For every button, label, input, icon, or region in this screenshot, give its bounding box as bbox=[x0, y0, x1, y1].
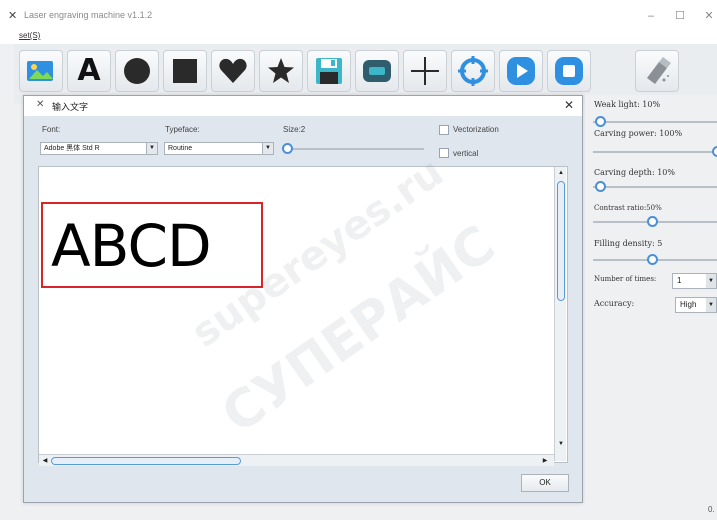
positioning-button[interactable] bbox=[451, 50, 495, 92]
ok-button[interactable]: OK bbox=[521, 474, 569, 492]
carving-power-slider-thumb[interactable] bbox=[712, 146, 717, 157]
save-icon bbox=[316, 58, 342, 84]
size-label: Size:2 bbox=[283, 125, 306, 134]
carving-depth-slider-track[interactable] bbox=[593, 186, 717, 188]
scroll-down-icon[interactable]: ▼ bbox=[556, 439, 566, 449]
vertical-label: vertical bbox=[453, 149, 479, 158]
chevron-down-icon: ▼ bbox=[706, 298, 716, 312]
minimize-button[interactable]: – bbox=[639, 8, 663, 24]
weak-light-label: Weak light: 10% bbox=[594, 100, 661, 109]
number-of-times-select[interactable]: 1 ▼ bbox=[672, 273, 717, 289]
window-title: Laser engraving machine v1.1.2 bbox=[24, 10, 153, 20]
typeface-select[interactable]: Routine ▼ bbox=[164, 142, 274, 155]
image-icon bbox=[27, 61, 53, 81]
target-icon bbox=[458, 56, 488, 86]
circle-icon bbox=[124, 58, 150, 84]
close-button[interactable]: ✕ bbox=[697, 8, 717, 24]
carving-power-label: Carving power: 100% bbox=[594, 129, 683, 138]
menu-set[interactable]: set(S) bbox=[19, 31, 40, 40]
dialog-titlebar: ✕ 输入文字 ✕ bbox=[24, 96, 582, 116]
typeface-label: Typeface: bbox=[165, 125, 200, 134]
horizontal-scrollbar[interactable]: ◀ ▶ bbox=[39, 454, 554, 466]
square-icon bbox=[173, 59, 197, 83]
crosshair-icon bbox=[411, 57, 439, 85]
contrast-ratio-label: Contrast ratio:50% bbox=[594, 204, 662, 212]
maximize-button[interactable]: ☐ bbox=[668, 8, 692, 24]
accuracy-label: Accuracy: bbox=[594, 299, 635, 308]
preview-text: ABCD bbox=[51, 212, 212, 280]
carving-power-slider-track[interactable] bbox=[593, 151, 717, 153]
erase-button[interactable] bbox=[635, 50, 679, 92]
vertical-checkbox[interactable] bbox=[439, 148, 449, 158]
chevron-down-icon: ▼ bbox=[146, 143, 157, 154]
number-of-times-label: Number of times: bbox=[594, 275, 657, 283]
accuracy-select[interactable]: High ▼ bbox=[675, 297, 717, 313]
dialog-close-button[interactable]: ✕ bbox=[564, 98, 574, 112]
insert-square-button[interactable] bbox=[163, 50, 207, 92]
weak-light-slider-track[interactable] bbox=[593, 121, 717, 123]
settings-panel: Weak light: 10% Carving power: 100% Carv… bbox=[585, 95, 717, 520]
scroll-left-icon[interactable]: ◀ bbox=[40, 456, 50, 466]
laser-engraving-app: ✕ Laser engraving machine v1.1.2 – ☐ ✕ s… bbox=[0, 0, 717, 520]
typeface-select-value: Routine bbox=[168, 145, 193, 152]
insert-image-button[interactable] bbox=[19, 50, 63, 92]
chevron-down-icon: ▼ bbox=[262, 143, 273, 154]
size-slider-track[interactable] bbox=[282, 148, 424, 150]
insert-star-button[interactable] bbox=[259, 50, 303, 92]
text-input-dialog: ✕ 输入文字 ✕ Font: Adobe 黑体 Std R ▼ Typeface… bbox=[23, 95, 583, 503]
status-value: 0. bbox=[708, 505, 715, 514]
text-icon: A bbox=[77, 53, 101, 88]
number-of-times-value: 1 bbox=[677, 276, 682, 285]
preview-selection-box[interactable]: ABCD bbox=[41, 202, 263, 288]
filling-density-slider-thumb[interactable] bbox=[647, 254, 658, 265]
vectorization-checkbox[interactable] bbox=[439, 125, 449, 135]
play-icon bbox=[507, 57, 535, 85]
save-button[interactable] bbox=[307, 50, 351, 92]
vertical-scrollbar[interactable]: ▲ ▼ bbox=[554, 167, 566, 461]
start-button[interactable] bbox=[499, 50, 543, 92]
stop-icon bbox=[555, 57, 583, 85]
font-select-value: Adobe 黑体 Std R bbox=[44, 145, 100, 152]
font-select[interactable]: Adobe 黑体 Std R ▼ bbox=[40, 142, 158, 155]
vertical-scroll-thumb[interactable] bbox=[557, 181, 565, 301]
dialog-title: 输入文字 bbox=[52, 102, 89, 112]
dialog-logo-icon: ✕ bbox=[36, 99, 45, 110]
stop-button[interactable] bbox=[547, 50, 591, 92]
weak-light-slider-thumb[interactable] bbox=[595, 116, 606, 127]
text-preview-canvas[interactable]: ABCD bbox=[38, 166, 568, 463]
connect-icon bbox=[363, 60, 391, 82]
horizontal-scroll-thumb[interactable] bbox=[51, 457, 241, 465]
star-icon bbox=[268, 58, 294, 83]
accuracy-value: High bbox=[680, 300, 697, 309]
insert-text-button[interactable]: A bbox=[67, 50, 111, 92]
insert-heart-button[interactable] bbox=[211, 50, 255, 92]
connect-button[interactable] bbox=[355, 50, 399, 92]
chevron-down-icon: ▼ bbox=[706, 274, 716, 288]
size-slider-thumb[interactable] bbox=[282, 143, 293, 154]
scroll-up-icon[interactable]: ▲ bbox=[556, 168, 566, 178]
insert-circle-button[interactable] bbox=[115, 50, 159, 92]
heart-icon bbox=[219, 58, 247, 83]
app-logo-icon: ✕ bbox=[8, 10, 18, 22]
contrast-ratio-slider-thumb[interactable] bbox=[647, 216, 658, 227]
scroll-right-icon[interactable]: ▶ bbox=[540, 456, 550, 466]
vectorization-label: Vectorization bbox=[453, 125, 499, 134]
eraser-icon bbox=[647, 57, 671, 84]
menubar: set(S) bbox=[0, 30, 717, 44]
font-label: Font: bbox=[42, 125, 61, 134]
carving-depth-label: Carving depth: 10% bbox=[594, 168, 675, 177]
filling-density-label: Filling density: 5 bbox=[594, 239, 663, 248]
crosshair-button[interactable] bbox=[403, 50, 447, 92]
window-titlebar: ✕ Laser engraving machine v1.1.2 – ☐ ✕ bbox=[0, 0, 717, 30]
carving-depth-slider-thumb[interactable] bbox=[595, 181, 606, 192]
